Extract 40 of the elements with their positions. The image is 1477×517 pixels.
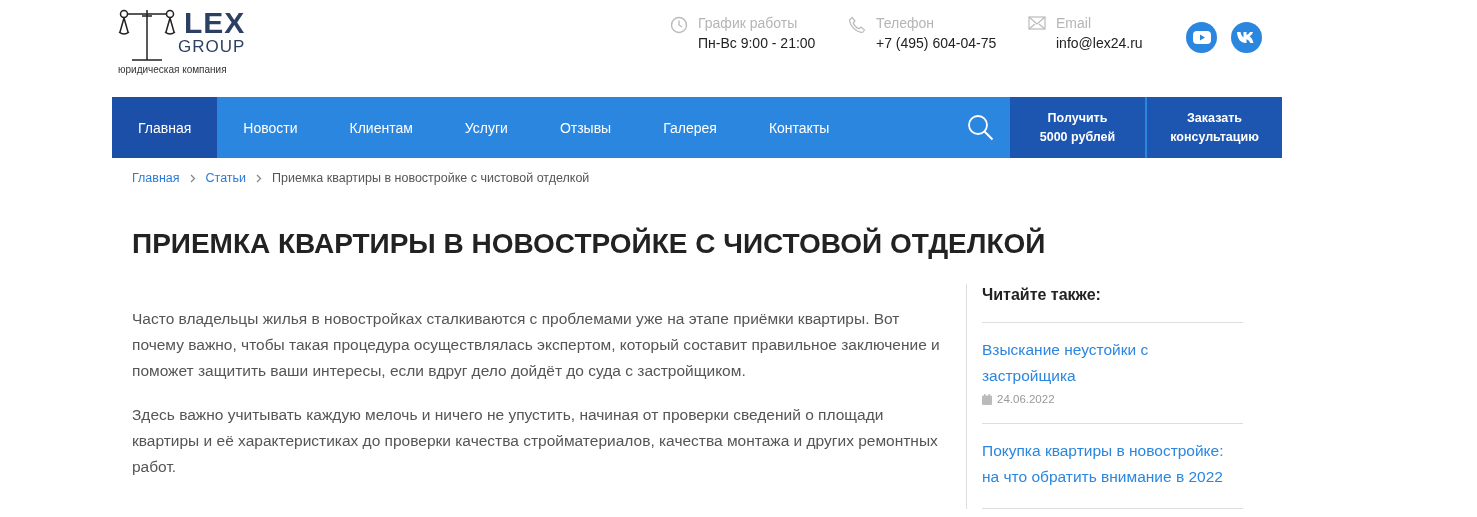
logo-tagline: юридическая компания	[118, 64, 228, 75]
article-paragraph: Часто владельцы жилья в новостройках сталкиваются с проблемами уже на этапе приёмки квартиры. Вот почему важно, чтобы такая процедура осуществлялась экспертом, который составит правильное заключение и поможет защитить ваши интересы, если вдруг дело дойдёт до суда с застройщиком.	[132, 309, 941, 381]
calendar-icon	[982, 393, 992, 405]
contact-label: Телефон	[876, 14, 936, 33]
nav-item[interactable]: Клиентам	[323, 97, 439, 158]
sidebar-heading: Читайте также:	[982, 284, 1243, 323]
article-link[interactable]: Взыскание неустойки с застройщика	[982, 337, 1243, 389]
nav-item[interactable]: Услуги	[438, 97, 534, 158]
search-icon	[967, 114, 994, 141]
scales-icon	[118, 8, 176, 64]
contact-label: График работы	[698, 14, 799, 33]
breadcrumb-text: Приемка квартиры в новостройке с чистовой отделкой	[272, 171, 590, 185]
play-icon	[1192, 31, 1211, 44]
nav-item[interactable]: Галерея	[637, 97, 743, 158]
nav-item[interactable]: Главная	[112, 97, 218, 158]
article-date: 24.06.2022	[997, 393, 1055, 405]
contact-value: Пн-Вс 9:00 - 21:00	[698, 34, 816, 53]
page-title: ПРИЕМКА КВАРТИРЫ В НОВОСТРОЙКЕ С ЧИСТОВОЙ ОТДЕЛКОЙ	[132, 228, 1047, 260]
breadcrumb-link[interactable]: Статьи	[205, 171, 247, 185]
chevron-icon	[189, 173, 196, 183]
article-link[interactable]: Покупка квартиры в новостройке: на что обратить внимание в 2022	[982, 438, 1243, 490]
contact-value: info@lex24.ru	[1056, 34, 1143, 53]
phone-icon	[848, 16, 866, 34]
cta-button[interactable]: Заказать консультацию	[1145, 97, 1282, 158]
cta-button[interactable]: Получить 5000 рублей	[1010, 97, 1145, 158]
social-button[interactable]	[1231, 22, 1262, 53]
clock-icon	[670, 16, 688, 34]
chevron-icon	[256, 173, 263, 183]
contact-label: Email	[1056, 14, 1092, 33]
article-paragraph: Здесь важно учитывать каждую мелочь и ничего не упустить, начиная от проверки сведений о площади квартиры и её характеристиках до проверки качества стройматериалов, качества монтажа и других ремонтных работ.	[132, 405, 939, 477]
contact-value: +7 (495) 604-04-75	[876, 34, 997, 53]
vk-icon	[1237, 32, 1256, 43]
nav-item[interactable]: Отзывы	[533, 97, 638, 158]
logo-subword: GROUP	[178, 38, 246, 55]
breadcrumb-link[interactable]: Главная	[132, 171, 180, 185]
nav-item[interactable]: Контакты	[742, 97, 856, 158]
nav-item[interactable]: Новости	[217, 97, 324, 158]
mail-icon	[1028, 16, 1046, 30]
logo-word: LEX	[184, 8, 246, 38]
social-button[interactable]	[1186, 22, 1217, 53]
